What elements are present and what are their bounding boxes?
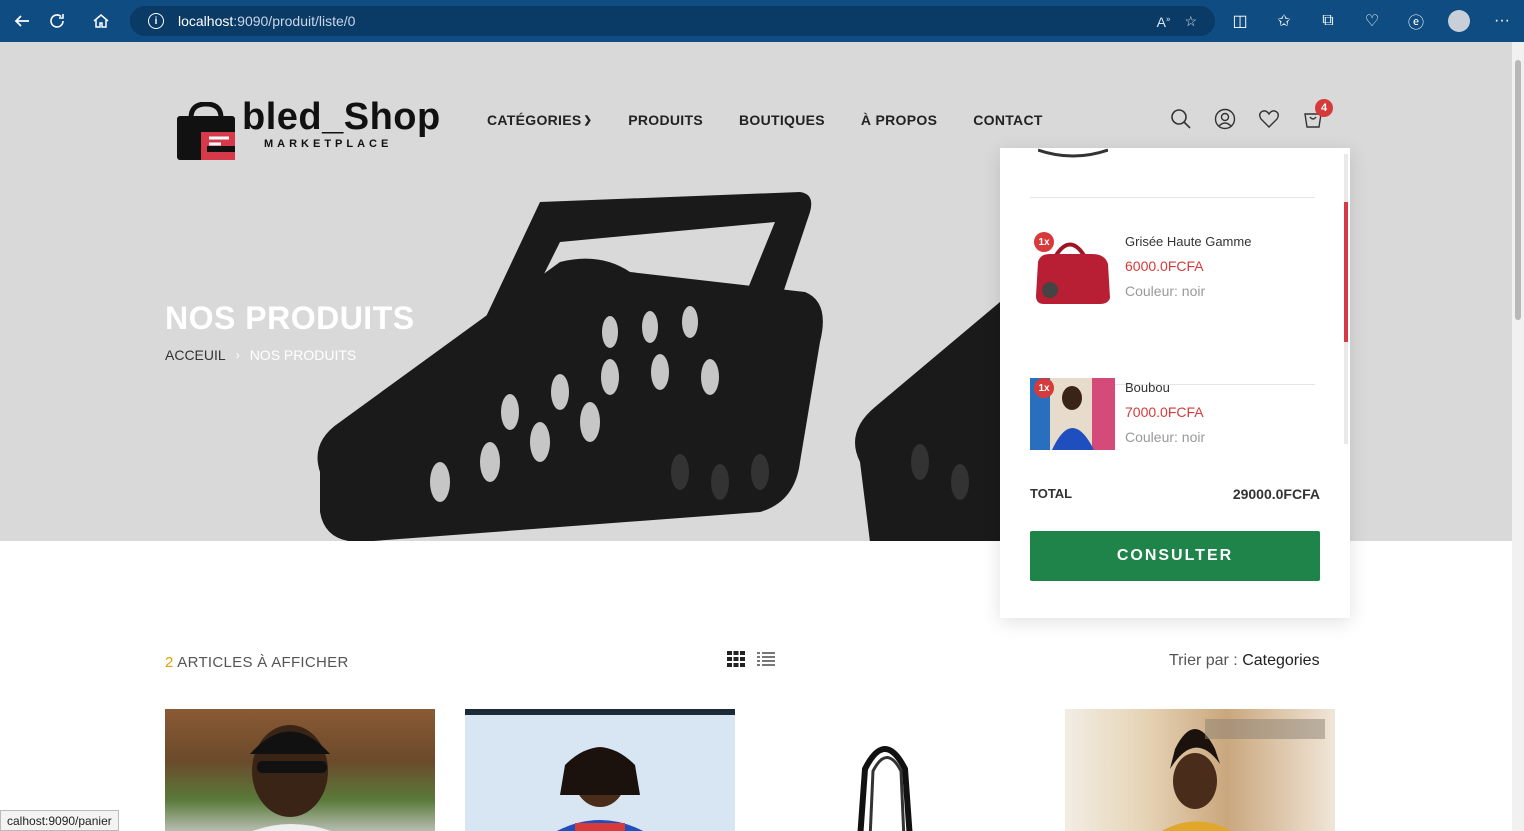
handbag-photo bbox=[857, 746, 913, 831]
product-card-image[interactable] bbox=[465, 709, 735, 831]
breadcrumb-separator: › bbox=[235, 348, 240, 362]
logo-subtitle: MARKETPLACE bbox=[264, 138, 393, 150]
more-menu-icon[interactable]: ··· bbox=[1490, 12, 1514, 30]
heart-icon[interactable] bbox=[1258, 108, 1280, 130]
cart-item-name[interactable]: Grisée Haute Gamme bbox=[1125, 234, 1251, 249]
cart-item[interactable]: 1x Grisée Haute Gamme 6000.0FCFA Couleur… bbox=[1030, 232, 1330, 312]
person-photo bbox=[250, 725, 332, 831]
cropped-cart-item-image bbox=[1038, 148, 1108, 158]
home-icon[interactable] bbox=[79, 0, 123, 42]
breadcrumb-home[interactable]: ACCEUIL bbox=[165, 347, 226, 363]
nav-boutiques[interactable]: BOUTIQUES bbox=[739, 112, 825, 128]
cart-item-price: 6000.0FCFA bbox=[1125, 258, 1204, 274]
cart-item-color: Couleur: noir bbox=[1125, 429, 1206, 445]
shopping-bag-logo-icon bbox=[177, 102, 235, 160]
product-card-image[interactable] bbox=[165, 709, 435, 831]
cart-count-badge: 4 bbox=[1315, 99, 1333, 117]
cart-item-qty: 1x bbox=[1034, 378, 1054, 398]
cart-total-label: TOTAL bbox=[1030, 486, 1073, 501]
url-path: :9090/produit/liste/0 bbox=[233, 13, 356, 29]
cart-item-qty: 1x bbox=[1034, 232, 1054, 252]
person-photo bbox=[557, 747, 643, 831]
url-host: localhost bbox=[178, 13, 234, 29]
header-actions: 4 bbox=[1170, 99, 1333, 130]
cart-item[interactable]: 1x Boubou 7000.0FCFA Couleur: noir bbox=[1030, 378, 1330, 458]
sort-value: Categories bbox=[1242, 652, 1320, 669]
breadcrumb: ACCEUIL › NOS PRODUITS bbox=[165, 347, 356, 363]
web-page: bled_Shop MARKETPLACE CATÉGORIES ❯ PRODU… bbox=[0, 42, 1512, 831]
page-scrollbar-thumb[interactable] bbox=[1515, 60, 1521, 320]
chevron-down-icon: ❯ bbox=[583, 114, 593, 126]
article-count-number: 2 bbox=[165, 654, 174, 671]
cart-button[interactable]: 4 bbox=[1302, 99, 1333, 130]
page-scrollbar[interactable] bbox=[1512, 42, 1524, 831]
address-bar[interactable]: i localhost:9090/produit/liste/0 A» ☆ bbox=[130, 6, 1215, 36]
view-toggle bbox=[727, 651, 775, 667]
basket-illustration bbox=[317, 192, 1020, 541]
collections-icon[interactable]: ⧉ bbox=[1316, 12, 1340, 30]
sort-label: Trier par : bbox=[1169, 652, 1238, 669]
logo-text: bled_Shop bbox=[242, 96, 441, 138]
product-card-image[interactable] bbox=[1065, 709, 1335, 831]
nav-a-propos[interactable]: À PROPOS bbox=[861, 112, 937, 128]
cart-scrollbar-thumb[interactable] bbox=[1344, 202, 1348, 342]
page-title: NOS PRODUITS bbox=[165, 300, 415, 336]
nav-categories[interactable]: CATÉGORIES ❯ bbox=[487, 112, 592, 128]
status-url-tooltip: calhost:9090/panier bbox=[0, 810, 119, 831]
search-icon[interactable] bbox=[1170, 108, 1192, 130]
cart-item-color: Couleur: noir bbox=[1125, 283, 1206, 299]
site-info-icon[interactable]: i bbox=[148, 13, 164, 29]
breadcrumb-current: NOS PRODUITS bbox=[249, 347, 357, 363]
article-count-label: ARTICLES À AFFICHER bbox=[177, 654, 349, 671]
browser-essentials-icon[interactable]: ♡ bbox=[1360, 11, 1384, 31]
person-photo bbox=[1162, 719, 1325, 831]
split-screen-icon[interactable]: ◫ bbox=[1228, 11, 1252, 31]
consult-cart-button[interactable]: CONSULTER bbox=[1030, 531, 1320, 581]
cart-item-price: 7000.0FCFA bbox=[1125, 404, 1204, 420]
cart-total-value: 29000.0FCFA bbox=[1232, 486, 1320, 502]
site-logo[interactable]: bled_Shop MARKETPLACE bbox=[172, 80, 442, 164]
list-view-icon[interactable] bbox=[757, 651, 775, 667]
read-aloud-icon[interactable]: A» bbox=[1157, 14, 1171, 30]
profile-avatar[interactable] bbox=[1448, 10, 1470, 32]
cart-item-name[interactable]: Boubou bbox=[1125, 380, 1170, 395]
sort-selector[interactable]: Trier par : Categories bbox=[1169, 652, 1320, 670]
nav-contact[interactable]: CONTACT bbox=[973, 112, 1043, 128]
favorite-star-icon[interactable]: ☆ bbox=[1184, 13, 1197, 30]
refresh-icon[interactable] bbox=[35, 0, 79, 42]
grid-view-icon[interactable] bbox=[727, 651, 745, 667]
browser-toolbar: i localhost:9090/produit/liste/0 A» ☆ ◫ … bbox=[0, 0, 1524, 42]
article-count: 2 ARTICLES À AFFICHER bbox=[165, 654, 349, 671]
divider bbox=[1030, 197, 1315, 198]
product-card-image[interactable] bbox=[765, 709, 1035, 831]
favorites-icon[interactable]: ✩ bbox=[1272, 11, 1296, 31]
nav-produits[interactable]: PRODUITS bbox=[628, 112, 703, 128]
edge-extension-icon[interactable]: ⓔ bbox=[1404, 9, 1428, 33]
user-icon[interactable] bbox=[1214, 108, 1236, 130]
cart-dropdown: 1x Grisée Haute Gamme 6000.0FCFA Couleur… bbox=[1000, 148, 1350, 618]
nav-categories-label: CATÉGORIES bbox=[487, 112, 582, 128]
main-navigation: CATÉGORIES ❯ PRODUITS BOUTIQUES À PROPOS… bbox=[487, 112, 1043, 128]
